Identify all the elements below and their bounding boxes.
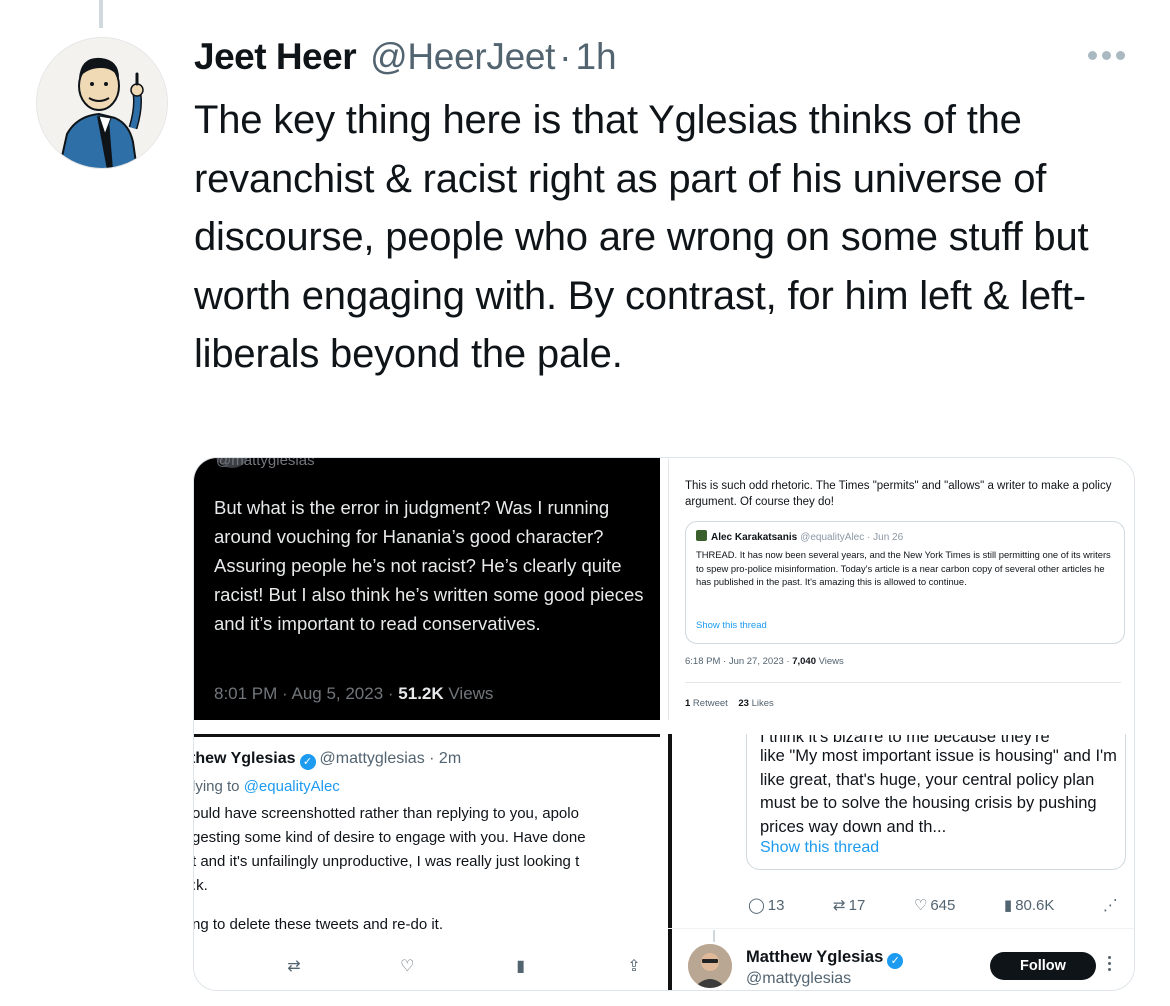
views-count: 80.6K (1015, 897, 1055, 914)
show-thread-link: Show this thread (760, 839, 880, 856)
cropped-handle: @mattyglesias (216, 457, 315, 469)
screenshot-tweet-text-2: ng to delete these tweets and re-do it. (194, 916, 443, 933)
tweet-timestamp[interactable]: 1h (575, 36, 616, 78)
screenshot-author-name: Matthew Yglesias ✓ (746, 948, 904, 969)
screenshot-author-handle: @mattyglesias (746, 970, 852, 987)
like-icon: ♡ (913, 897, 928, 914)
header-separator: · (559, 36, 572, 77)
screenshot-tweet-text: But what is the error in judgment? Was I… (214, 497, 644, 634)
retweet-icon: ⇄ (287, 958, 301, 975)
screenshot-views-count: 51.2K (398, 684, 444, 703)
crop-edge (194, 734, 660, 737)
divider (685, 682, 1121, 683)
author-handle[interactable]: @HeerJeet (370, 36, 555, 78)
author-name-text: Matthew Yglesias (746, 948, 884, 966)
retweet-icon: ⇄ (833, 897, 846, 914)
screenshot-tweet-meta: 6:18 PM · Jun 27, 2023 · 7,040 Views (685, 656, 844, 667)
media-image-1[interactable]: @mattyglesias But what is the error in j… (194, 458, 660, 720)
screenshot-author-avatar (688, 944, 732, 988)
reply-stat: ◯ 13 (748, 896, 784, 914)
screenshot-time: 8:01 PM · Aug 5, 2023 · (214, 684, 399, 703)
screenshot-tweet-text: ould have screenshotted rather than repl… (194, 805, 586, 894)
like-count: 23 (738, 698, 749, 709)
retweet-count: 17 (848, 897, 866, 914)
more-options-icon (1108, 956, 1111, 971)
retweet-stat: ⇄ 17 (833, 896, 865, 914)
more-options-icon[interactable] (1088, 51, 1125, 60)
like-icon: ♡ (400, 958, 415, 975)
quoted-tweet-card: Alec Karakatsanis @equalityAlec · Jun 26 … (685, 521, 1125, 644)
quoted-author-name: Alec Karakatsanis (711, 532, 798, 543)
person-photo-icon (688, 944, 732, 988)
caricature-avatar-image (37, 38, 167, 168)
author-name[interactable]: Jeet Heer (194, 36, 357, 78)
share-icon: ⋰ (1102, 897, 1118, 914)
screenshot-tweet-text: This is such odd rhetoric. The Times "pe… (685, 480, 1112, 508)
screenshot-engagement-stats: 1 Retweet 23 Likes (685, 698, 774, 709)
screenshot-author-handle: @mattyglesias · 2m (319, 750, 462, 767)
replying-to-prefix: lying to (194, 778, 244, 795)
replying-to-handle: @equalityAlec (243, 778, 340, 795)
screenshot-author-name: thew Yglesias (194, 750, 296, 767)
verified-badge-icon: ✓ (299, 754, 316, 770)
reply-icon: ◯ (748, 897, 765, 914)
cropped-line: I think it's bizarre to me because they'… (760, 735, 1050, 745)
quoted-author-avatar-icon (696, 530, 707, 541)
analytics-icon: ▮ (516, 958, 526, 975)
screenshot-action-bar: ⇄ ♡ ▮ ⇪ (274, 956, 654, 976)
like-stat: ♡ 645 (914, 896, 955, 914)
screenshot-views-count: 7,040 (792, 656, 816, 667)
quoted-author-meta: @equalityAlec · Jun 26 (800, 532, 904, 543)
screenshot-tweet-meta: 8:01 PM · Aug 5, 2023 · 51.2K Views (214, 684, 493, 704)
quoted-tweet-card: I think it's bizarre to me because they'… (746, 734, 1126, 870)
screenshot-views-label: Views (443, 684, 494, 703)
crop-edge (668, 734, 672, 990)
show-thread-link: Show this thread (696, 620, 767, 631)
screenshot-views-label: Views (815, 656, 844, 667)
analytics-icon: ▮ (1003, 897, 1013, 914)
screenshot-action-bar: ◯ 13 ⇄ 17 ♡ 645 ▮ 80.6K ⋰ (748, 896, 1118, 914)
tweet-media-grid[interactable]: @mattyglesias But what is the error in j… (193, 457, 1135, 991)
reply-count: 13 (767, 897, 785, 914)
screenshot-tweet-header: thew Yglesias ✓ @mattyglesias · 2m (194, 750, 461, 770)
share-icon: ⇪ (627, 958, 641, 975)
media-image-2[interactable]: This is such odd rhetoric. The Times "pe… (668, 458, 1134, 720)
quoted-tweet-header: Alec Karakatsanis @equalityAlec · Jun 26 (696, 530, 903, 543)
like-label: Likes (748, 698, 774, 709)
quoted-tweet-body: like "My most important issue is housing… (760, 747, 1117, 836)
views-stat: ▮ 80.6K (1004, 896, 1054, 914)
retweet-label: Retweet (690, 698, 728, 709)
tweet-header: Jeet Heer @HeerJeet · 1h (194, 36, 617, 80)
like-count: 645 (930, 897, 956, 914)
quoted-tweet-text: THREAD. It has now been several years, a… (696, 549, 1111, 588)
tweet-body-text: The key thing here is that Yglesias thin… (194, 98, 1089, 376)
thread-connector-line (713, 930, 715, 942)
media-grid-divider-horizontal (194, 720, 1134, 734)
quoted-tweet-text: I think it's bizarre to me because they'… (760, 735, 1120, 839)
divider (668, 928, 1134, 929)
verified-badge-icon: ✓ (887, 953, 904, 969)
screenshot-time: 6:18 PM · Jun 27, 2023 · (685, 656, 793, 667)
follow-button: Follow (990, 952, 1096, 980)
media-image-3[interactable]: thew Yglesias ✓ @mattyglesias · 2m lying t… (194, 734, 660, 990)
author-avatar[interactable] (36, 37, 168, 169)
thread-connector-line (99, 0, 103, 28)
media-image-4[interactable]: I think it's bizarre to me because they'… (668, 734, 1134, 990)
replying-to-line: lying to @equalityAlec (194, 778, 340, 795)
